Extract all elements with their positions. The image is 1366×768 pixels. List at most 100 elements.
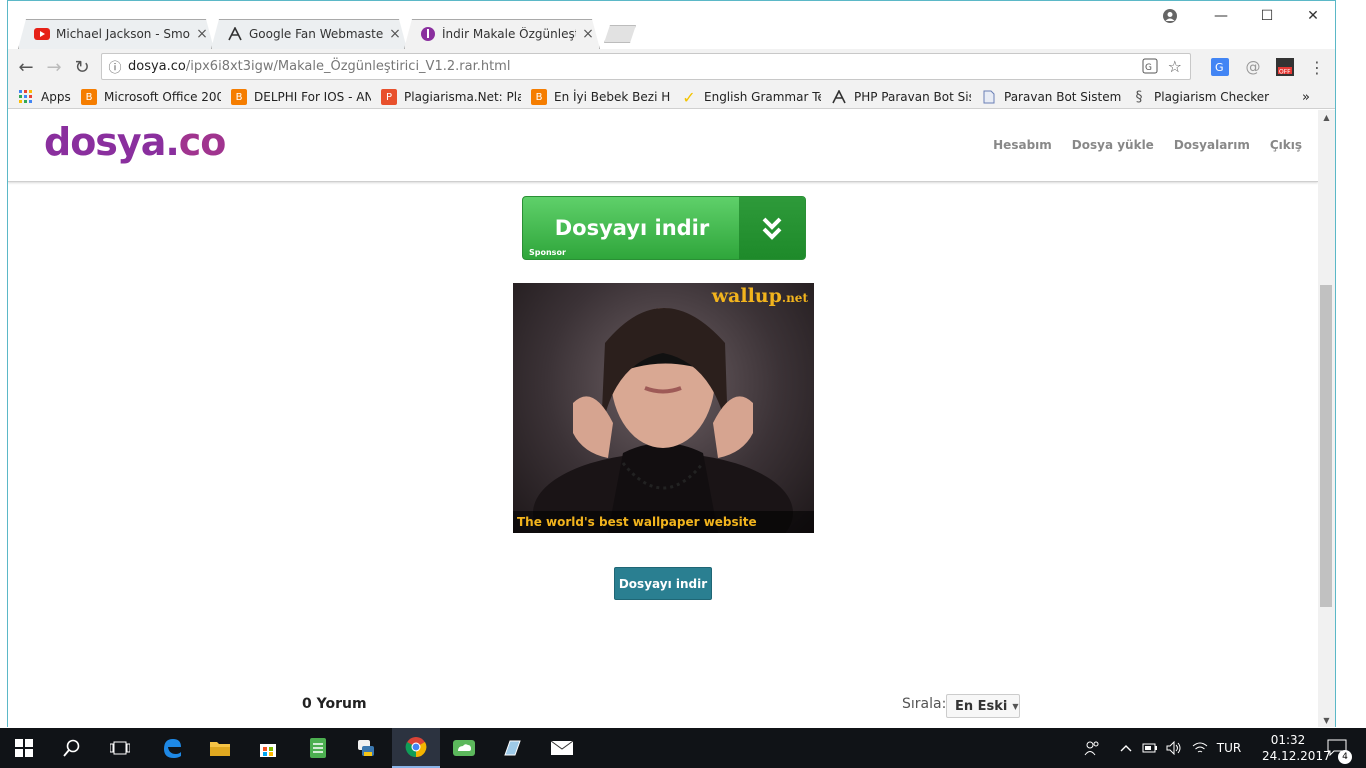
address-bar[interactable]: ⓘ dosya.co/ipx6i8xt3igw/Makale_Özgünleşt…	[101, 53, 1191, 80]
nav-cikis[interactable]: Çıkış	[1270, 138, 1302, 152]
blogger-icon: B	[231, 89, 247, 105]
caret-down-icon: ▼	[1012, 701, 1019, 711]
apps-grid-icon	[18, 89, 34, 105]
bookmark-apps[interactable]: Apps	[18, 88, 82, 106]
back-arrow-icon[interactable]: ←	[14, 55, 38, 79]
page-scrollbar[interactable]: ▲ ▼	[1318, 110, 1335, 727]
sort-value: En Eski	[955, 698, 1008, 714]
minimize-button[interactable]: —	[1198, 5, 1244, 27]
ad-brand-name: wallup	[711, 285, 782, 307]
language-indicator[interactable]: TUR	[1212, 728, 1246, 768]
chrome-taskbar-icon[interactable]	[392, 728, 440, 768]
plagiarism-checker-icon: §	[1135, 89, 1143, 105]
bookmark-microsoft-office[interactable]: B Microsoft Office 2007	[81, 88, 221, 106]
svg-text:G: G	[1145, 63, 1152, 73]
tray-chevron-up-icon[interactable]	[1116, 728, 1136, 768]
youtube-icon	[34, 26, 50, 42]
tab-title: Google Fan Webmaster Forum	[249, 27, 383, 41]
volume-icon[interactable]	[1164, 728, 1184, 768]
bookmark-paravan-bot[interactable]: Paravan Bot Sistemi V	[981, 88, 1121, 106]
svg-text:G: G	[1215, 61, 1224, 74]
notepad-app-icon[interactable]	[294, 728, 342, 768]
bookmark-star-icon[interactable]: ☆	[1168, 57, 1182, 76]
people-icon[interactable]	[1080, 728, 1104, 768]
bookmark-plagiarisma[interactable]: P Plagiarisma.Net: Plag	[381, 88, 521, 106]
windows-start-icon[interactable]	[0, 728, 48, 768]
ad-photo-illustration	[533, 308, 793, 533]
scroll-up-icon[interactable]: ▲	[1318, 110, 1335, 124]
blogger-icon: B	[81, 89, 97, 105]
bookmark-label: Plagiarism Checker	[1154, 90, 1270, 104]
bookmark-bebek-bezi[interactable]: B En İyi Bebek Bezi Han	[531, 88, 671, 106]
sponsored-download-banner[interactable]: Dosyayı indir Sponsor	[522, 196, 806, 260]
translate-icon[interactable]: G	[1142, 58, 1158, 78]
blogger-icon: B	[531, 89, 547, 105]
bookmarks-overflow-button[interactable]: »	[1302, 88, 1318, 106]
bookmark-plagiarism-checker[interactable]: § Plagiarism Checker	[1131, 88, 1271, 106]
bookmark-label: Apps	[41, 90, 71, 104]
book-app-icon[interactable]	[488, 728, 536, 768]
profile-icon[interactable]	[1150, 5, 1190, 27]
nav-dosya-yukle[interactable]: Dosya yükle	[1072, 138, 1154, 152]
notification-badge: 4	[1338, 750, 1352, 764]
comment-count: 0 Yorum	[302, 696, 367, 712]
sort-select[interactable]: En Eski ▼	[946, 694, 1020, 718]
bookmark-label: Paravan Bot Sistemi V	[1004, 90, 1121, 104]
wifi-icon[interactable]	[1190, 728, 1210, 768]
close-window-button[interactable]: ✕	[1290, 5, 1336, 27]
google-translate-extension-icon[interactable]: G	[1211, 58, 1229, 76]
file-explorer-icon[interactable]	[196, 728, 244, 768]
reload-icon[interactable]: ↻	[70, 55, 94, 79]
nav-hesabim[interactable]: Hesabım	[993, 138, 1052, 152]
nav-dosyalarim[interactable]: Dosyalarım	[1174, 138, 1250, 152]
site-logo[interactable]: dosya.co	[44, 120, 227, 164]
mail-icon[interactable]	[538, 728, 586, 768]
notifications-icon[interactable]: 4	[1322, 728, 1352, 768]
new-tab-button[interactable]	[604, 25, 636, 43]
logo-text-left: dosya.	[44, 120, 180, 164]
dosya-icon	[420, 26, 436, 42]
search-icon[interactable]	[48, 728, 96, 768]
document-icon	[981, 89, 997, 105]
adblock-off-extension-icon[interactable]: OFF	[1276, 58, 1294, 76]
cloud-app-icon[interactable]	[440, 728, 488, 768]
scroll-thumb[interactable]	[1320, 285, 1332, 607]
edge-icon[interactable]	[148, 728, 196, 768]
bookmark-delphi[interactable]: B DELPHI For IOS - AND	[231, 88, 371, 106]
url-path: /ipx6i8xt3igw/Makale_Özgünleştirici_V1.2…	[185, 59, 511, 74]
wallpaper-ad-image[interactable]: wallup.net The world's best wallpaper we…	[513, 283, 814, 533]
task-view-icon[interactable]	[96, 728, 144, 768]
browser-toolbar: ← → ↻ ⓘ dosya.co/ipx6i8xt3igw/Makale_Özg…	[8, 49, 1335, 85]
download-button[interactable]: Dosyayı indir	[614, 567, 712, 600]
menu-kebab-icon[interactable]: ⋮	[1308, 58, 1326, 77]
tab-close-icon[interactable]: ×	[580, 26, 596, 42]
tab-close-icon[interactable]: ×	[194, 26, 210, 42]
bookmark-label: PHP Paravan Bot Siste	[854, 90, 971, 104]
windows-taskbar: TUR 01:32 24.12.2017 4	[0, 728, 1366, 768]
ad-brand-suffix: .net	[781, 291, 808, 305]
system-clock[interactable]: 01:32 24.12.2017	[1262, 732, 1331, 764]
scroll-down-icon[interactable]: ▼	[1318, 713, 1335, 727]
tab-youtube[interactable]: Michael Jackson - Smooth Criminal ×	[18, 19, 214, 49]
site-header: dosya.co Hesabım Dosya yükle Dosyalarım …	[8, 110, 1318, 182]
logo-text-right: co	[178, 120, 227, 164]
forward-arrow-icon[interactable]: →	[42, 55, 66, 79]
ad-tagline: The world's best wallpaper website	[513, 511, 814, 533]
at-sign-extension-icon[interactable]: @	[1244, 58, 1262, 76]
tab-title: Michael Jackson - Smooth Criminal	[56, 27, 190, 41]
python-app-icon[interactable]	[342, 728, 390, 768]
plagiarisma-icon: P	[381, 89, 397, 105]
tab-dosya[interactable]: İndir Makale Özgünleştirici ×	[404, 19, 600, 49]
bookmark-english-grammar[interactable]: ✓ English Grammar Ten	[681, 88, 821, 106]
store-icon[interactable]	[244, 728, 292, 768]
battery-icon[interactable]	[1140, 728, 1160, 768]
tab-webmaster[interactable]: Google Fan Webmaster Forum ×	[211, 19, 407, 49]
tab-close-icon[interactable]: ×	[387, 26, 403, 42]
tab-strip: Michael Jackson - Smooth Criminal × Goog…	[8, 1, 1335, 49]
bookmark-label: Microsoft Office 2007	[104, 90, 221, 104]
bookmark-php-paravan[interactable]: PHP Paravan Bot Siste	[831, 88, 971, 106]
tab-title: İndir Makale Özgünleştirici	[442, 27, 576, 41]
info-icon[interactable]: ⓘ	[102, 57, 128, 76]
bookmark-label: Plagiarisma.Net: Plag	[404, 90, 521, 104]
maximize-button[interactable]: ☐	[1244, 5, 1290, 27]
